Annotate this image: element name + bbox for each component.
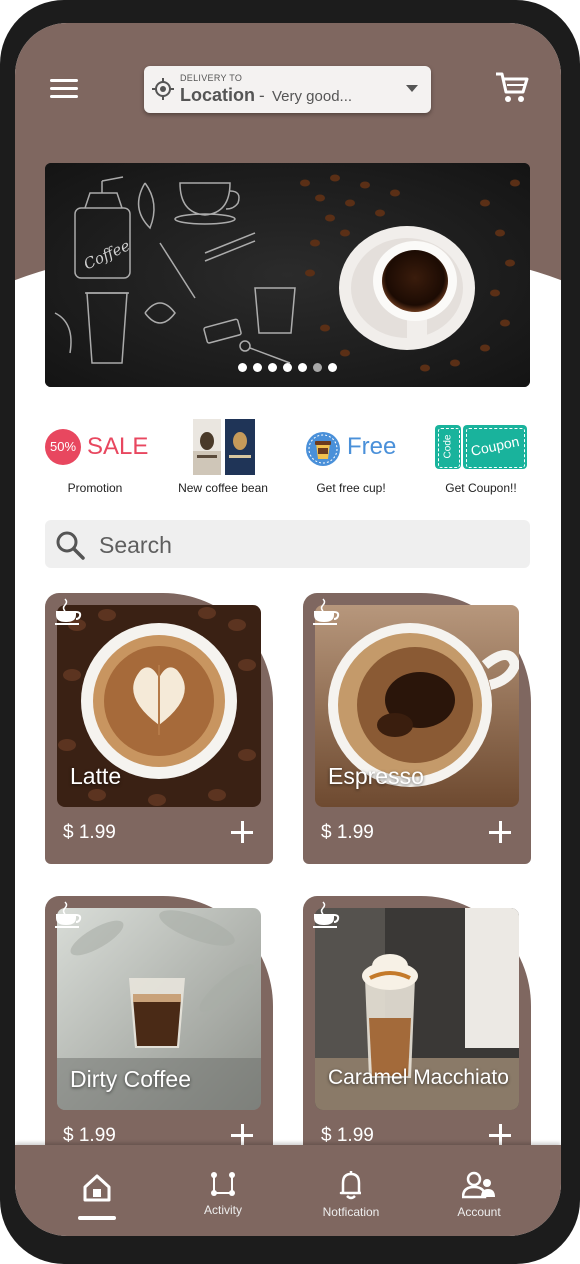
- product-price: $ 1.99: [321, 1125, 374, 1146]
- location-title: Location: [180, 85, 255, 105]
- coupon-code-text: Code: [442, 434, 454, 459]
- app-screen: DELIVERY TO Location - Very good... Coff…: [15, 23, 561, 1236]
- promo-label: New coffee bean: [178, 481, 268, 495]
- sale-badge-icon: 50%: [45, 429, 81, 465]
- location-selector[interactable]: DELIVERY TO Location - Very good...: [144, 66, 431, 113]
- product-price: $ 1.99: [63, 1125, 116, 1146]
- phone-frame: DELIVERY TO Location - Very good... Coff…: [0, 0, 580, 1264]
- add-to-cart-button[interactable]: [231, 1124, 253, 1146]
- product-price: $ 1.99: [321, 822, 374, 843]
- promo-label: Get free cup!: [316, 481, 386, 495]
- tab-activity[interactable]: Activity: [168, 1145, 278, 1236]
- banner-dot[interactable]: [328, 363, 337, 372]
- tab-account[interactable]: Account: [424, 1145, 534, 1236]
- location-separator: -: [259, 86, 265, 105]
- tab-notification[interactable]: Notfication: [296, 1145, 406, 1236]
- product-card-dirty-coffee[interactable]: Dirty Coffee $ 1.99: [45, 896, 273, 1167]
- add-to-cart-button[interactable]: [489, 821, 511, 843]
- account-icon: [462, 1171, 495, 1199]
- bottom-tab-bar: Activity Notfication Account: [15, 1145, 561, 1236]
- banner-dot[interactable]: [268, 363, 277, 372]
- chevron-down-icon: [406, 85, 418, 92]
- tab-home[interactable]: [42, 1145, 152, 1236]
- banner-dot[interactable]: [238, 363, 247, 372]
- coffee-bean-bags-image: [193, 419, 255, 475]
- activity-icon: [211, 1172, 235, 1196]
- product-name: Latte: [70, 763, 122, 789]
- promo-label: Promotion: [67, 481, 123, 495]
- search-bar[interactable]: [45, 520, 530, 568]
- product-name: Espresso: [328, 763, 424, 789]
- phone-side-button: [574, 230, 580, 390]
- bell-icon: [339, 1171, 361, 1200]
- product-name: Dirty Coffee: [70, 1066, 192, 1092]
- sale-title: SALE: [87, 433, 149, 460]
- coffee-cup-icon: [313, 901, 340, 928]
- coffee-cup-icon: [313, 598, 340, 625]
- search-icon: [56, 531, 85, 560]
- location-subtitle: Very good...: [272, 88, 353, 105]
- banner-coffee-image: Coffee: [45, 163, 530, 387]
- add-to-cart-button[interactable]: [489, 1124, 511, 1146]
- tab-label: Notfication: [322, 1205, 380, 1219]
- banner-dot[interactable]: [313, 363, 322, 372]
- phone-side-button: [574, 472, 580, 557]
- product-card-caramel-macchiato[interactable]: Caramel Macchiato $ 1.99: [303, 896, 531, 1167]
- coffee-cup-icon: [55, 901, 82, 928]
- search-input[interactable]: [97, 528, 501, 562]
- hamburger-menu-icon[interactable]: [48, 75, 80, 107]
- tab-label: Activity: [203, 1203, 242, 1217]
- product-price: $ 1.99: [63, 822, 116, 843]
- coffee-cup-icon: [55, 598, 82, 625]
- promo-banner[interactable]: Coffee: [45, 163, 530, 387]
- product-card-latte[interactable]: Latte $ 1.99: [45, 593, 273, 864]
- tab-label: Account: [457, 1205, 501, 1219]
- free-cup-badge-icon: [306, 432, 340, 466]
- banner-dot[interactable]: [253, 363, 262, 372]
- free-title: Free: [347, 433, 397, 460]
- delivery-to-label: DELIVERY TO: [180, 73, 243, 83]
- product-name: Caramel Macchiato: [328, 1066, 509, 1089]
- home-icon: [83, 1174, 111, 1202]
- product-card-espresso[interactable]: Espresso $ 1.99: [303, 593, 531, 864]
- banner-dot[interactable]: [298, 363, 307, 372]
- active-tab-indicator: [78, 1216, 116, 1220]
- banner-dot[interactable]: [283, 363, 292, 372]
- shopping-cart-icon[interactable]: [495, 71, 529, 105]
- banner-pagination: [238, 363, 337, 372]
- add-to-cart-button[interactable]: [231, 821, 253, 843]
- promo-label: Get Coupon!!: [445, 481, 517, 495]
- location-target-icon: [152, 78, 174, 100]
- coupon-ticket-icon: Code Coupon: [435, 425, 527, 469]
